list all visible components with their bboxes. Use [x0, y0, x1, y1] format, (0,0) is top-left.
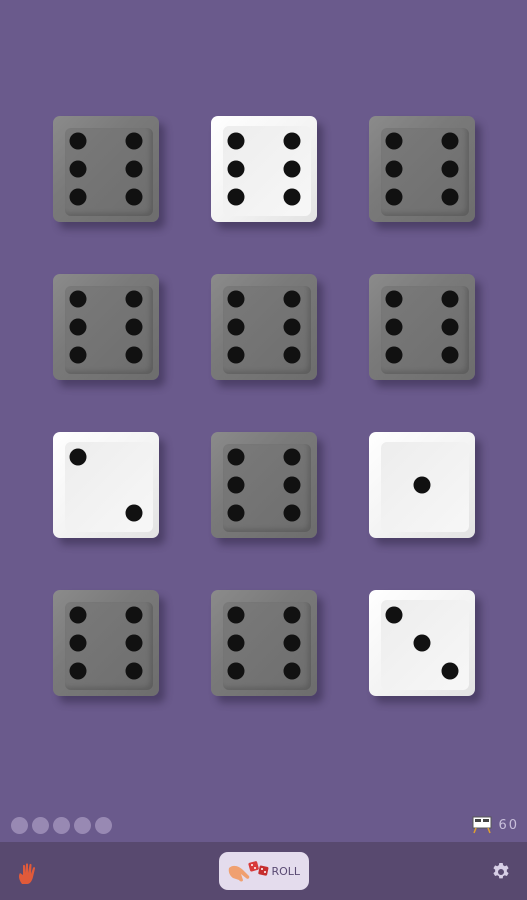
die-pip	[69, 188, 87, 206]
die-11[interactable]	[211, 590, 317, 696]
die-pip	[125, 606, 143, 624]
roll-label: ROLL	[271, 864, 300, 878]
die-pip	[283, 132, 301, 150]
dice-grid	[53, 116, 475, 696]
die-pip	[441, 318, 459, 336]
roll-indicator-dots	[11, 817, 112, 834]
die-pip	[227, 634, 245, 652]
die-12[interactable]	[369, 590, 475, 696]
die-pip	[227, 346, 245, 364]
hand-dice-icon	[228, 861, 269, 882]
die-pip	[385, 318, 403, 336]
score-display: 60	[472, 816, 519, 834]
die-pip	[385, 132, 403, 150]
die-pip	[125, 160, 143, 178]
hand-icon[interactable]	[16, 862, 42, 886]
die-pip	[125, 188, 143, 206]
score-value: 60	[498, 817, 519, 833]
die-pip	[283, 188, 301, 206]
die-pip	[283, 160, 301, 178]
die-pip	[227, 290, 245, 308]
die-pip	[283, 476, 301, 494]
die-pip	[227, 160, 245, 178]
die-3[interactable]	[369, 116, 475, 222]
roll-indicator-dot	[32, 817, 49, 834]
die-pip	[227, 132, 245, 150]
die-pip	[69, 160, 87, 178]
die-4[interactable]	[53, 274, 159, 380]
bottom-toolbar: ROLL	[0, 842, 527, 900]
die-pip	[441, 662, 459, 680]
die-pip	[125, 132, 143, 150]
die-pip	[227, 188, 245, 206]
die-pip	[283, 346, 301, 364]
die-pip	[227, 318, 245, 336]
die-pip	[125, 504, 143, 522]
die-pip	[125, 662, 143, 680]
die-pip	[283, 662, 301, 680]
die-pip	[385, 290, 403, 308]
die-pip	[227, 448, 245, 466]
die-pip	[283, 290, 301, 308]
die-pip	[125, 346, 143, 364]
roll-indicator-dot	[53, 817, 70, 834]
die-pip	[125, 318, 143, 336]
die-pip	[69, 318, 87, 336]
roll-indicator-dot	[11, 817, 28, 834]
die-pip	[385, 606, 403, 624]
die-pip	[69, 634, 87, 652]
die-pip	[227, 504, 245, 522]
die-pip	[441, 188, 459, 206]
roll-button[interactable]: ROLL	[219, 852, 309, 890]
die-pip	[385, 346, 403, 364]
status-bar: 60	[0, 810, 527, 840]
die-pip	[283, 504, 301, 522]
die-pip	[125, 634, 143, 652]
die-pip	[69, 290, 87, 308]
die-pip	[69, 132, 87, 150]
die-5[interactable]	[211, 274, 317, 380]
die-6[interactable]	[369, 274, 475, 380]
die-pip	[69, 346, 87, 364]
die-1[interactable]	[53, 116, 159, 222]
die-10[interactable]	[53, 590, 159, 696]
die-pip	[283, 606, 301, 624]
die-pip	[283, 318, 301, 336]
die-pip	[69, 606, 87, 624]
die-9[interactable]	[369, 432, 475, 538]
die-pip	[69, 662, 87, 680]
scoreboard-icon	[472, 816, 492, 834]
die-7[interactable]	[53, 432, 159, 538]
die-pip	[441, 290, 459, 308]
die-pip	[385, 188, 403, 206]
die-pip	[441, 132, 459, 150]
die-pip	[227, 662, 245, 680]
die-pip	[227, 606, 245, 624]
die-2[interactable]	[211, 116, 317, 222]
die-pip	[441, 160, 459, 178]
die-pip	[227, 476, 245, 494]
die-pip	[283, 634, 301, 652]
die-pip	[413, 634, 431, 652]
die-pip	[413, 476, 431, 494]
die-8[interactable]	[211, 432, 317, 538]
die-pip	[385, 160, 403, 178]
die-pip	[441, 346, 459, 364]
die-pip	[283, 448, 301, 466]
gear-icon[interactable]	[491, 862, 511, 882]
roll-indicator-dot	[74, 817, 91, 834]
roll-indicator-dot	[95, 817, 112, 834]
die-pip	[69, 448, 87, 466]
die-pip	[125, 290, 143, 308]
